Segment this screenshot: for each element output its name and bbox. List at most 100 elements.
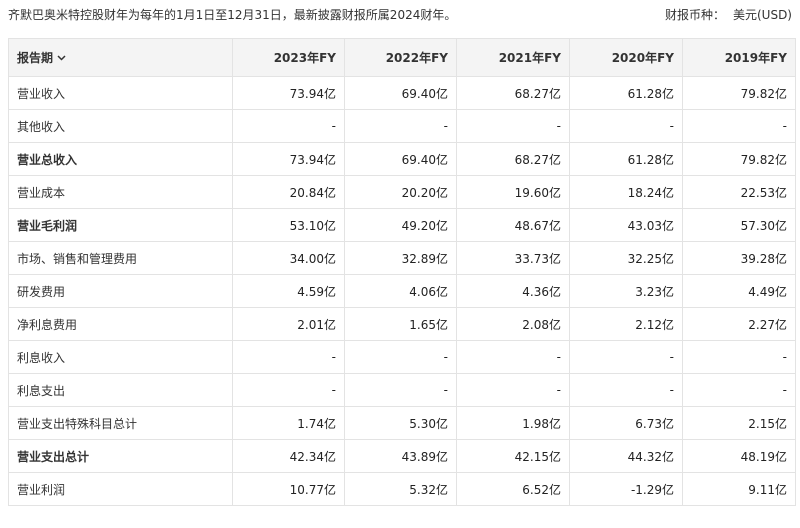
cell-value: 33.73亿 (456, 241, 570, 275)
chevron-down-icon (57, 53, 66, 64)
cell-value: - (682, 109, 796, 143)
cell-value: - (569, 109, 683, 143)
cell-value: - (344, 373, 457, 407)
period-header-label: 报告期 (17, 51, 54, 65)
cell-value: 3.23亿 (569, 274, 683, 308)
column-header: 2023年FY (232, 38, 345, 77)
cell-value: 42.34亿 (232, 439, 345, 473)
row-label: 市场、销售和管理费用 (8, 241, 233, 275)
column-header: 2020年FY (569, 38, 683, 77)
table-header-row: 报告期 2023年FY 2022年FY 2021年FY 2020年FY 2019… (8, 38, 796, 77)
cell-value: 2.12亿 (569, 307, 683, 341)
table-row: 营业收入 73.94亿 69.40亿 68.27亿 61.28亿 79.82亿 (8, 76, 796, 110)
table-row: 净利息费用 2.01亿 1.65亿 2.08亿 2.12亿 2.27亿 (8, 307, 796, 341)
row-label: 其他收入 (8, 109, 233, 143)
cell-value: - (682, 340, 796, 374)
cell-value: 69.40亿 (344, 142, 457, 176)
cell-value: 42.15亿 (456, 439, 570, 473)
cell-value: 6.73亿 (569, 406, 683, 440)
cell-value: 43.03亿 (569, 208, 683, 242)
column-header: 2022年FY (344, 38, 457, 77)
cell-value: - (682, 373, 796, 407)
report-header: 齐默巴奥米特控股财年为每年的1月1日至12月31日，最新披露财报所属2024财年… (0, 0, 800, 30)
cell-value: 1.98亿 (456, 406, 570, 440)
cell-value: - (344, 340, 457, 374)
cell-value: 19.60亿 (456, 175, 570, 209)
table-row: 利息收入 - - - - - (8, 340, 796, 374)
cell-value: 61.28亿 (569, 142, 683, 176)
cell-value: 4.49亿 (682, 274, 796, 308)
cell-value: 49.20亿 (344, 208, 457, 242)
column-header: 2019年FY (682, 38, 796, 77)
cell-value: - (232, 373, 345, 407)
cell-value: - (569, 340, 683, 374)
cell-value: 73.94亿 (232, 76, 345, 110)
cell-value: - (456, 340, 570, 374)
income-statement-table: 报告期 2023年FY 2022年FY 2021年FY 2020年FY 2019… (8, 38, 796, 506)
row-label: 研发费用 (8, 274, 233, 308)
cell-value: 5.32亿 (344, 472, 457, 506)
cell-value: 39.28亿 (682, 241, 796, 275)
currency-value: 美元(USD) (732, 8, 792, 22)
cell-value: 48.67亿 (456, 208, 570, 242)
cell-value: 2.27亿 (682, 307, 796, 341)
table-row: 营业支出特殊科目总计 1.74亿 5.30亿 1.98亿 6.73亿 2.15亿 (8, 406, 796, 440)
currency-label: 财报币种： (664, 8, 725, 22)
row-label: 营业成本 (8, 175, 233, 209)
fiscal-year-note: 齐默巴奥米特控股财年为每年的1月1日至12月31日，最新披露财报所属2024财年… (8, 8, 457, 22)
row-label: 利息收入 (8, 340, 233, 374)
cell-value: 6.52亿 (456, 472, 570, 506)
cell-value: 32.89亿 (344, 241, 457, 275)
cell-value: 69.40亿 (344, 76, 457, 110)
cell-value: 4.06亿 (344, 274, 457, 308)
cell-value: 43.89亿 (344, 439, 457, 473)
row-label: 营业毛利润 (8, 208, 233, 242)
cell-value: 68.27亿 (456, 76, 570, 110)
table-row: 营业毛利润 53.10亿 49.20亿 48.67亿 43.03亿 57.30亿 (8, 208, 796, 242)
table-row: 营业总收入 73.94亿 69.40亿 68.27亿 61.28亿 79.82亿 (8, 142, 796, 176)
cell-value: - (232, 340, 345, 374)
table-row: 利息支出 - - - - - (8, 373, 796, 407)
cell-value: 22.53亿 (682, 175, 796, 209)
row-label: 净利息费用 (8, 307, 233, 341)
table-row: 营业支出总计 42.34亿 43.89亿 42.15亿 44.32亿 48.19亿 (8, 439, 796, 473)
cell-value: 73.94亿 (232, 142, 345, 176)
cell-value: 44.32亿 (569, 439, 683, 473)
cell-value: 53.10亿 (232, 208, 345, 242)
cell-value: - (456, 109, 570, 143)
cell-value: - (456, 373, 570, 407)
table-row: 市场、销售和管理费用 34.00亿 32.89亿 33.73亿 32.25亿 39.28亿 (8, 241, 796, 275)
row-label: 营业总收入 (8, 142, 233, 176)
cell-value: 34.00亿 (232, 241, 345, 275)
table-row: 研发费用 4.59亿 4.06亿 4.36亿 3.23亿 4.49亿 (8, 274, 796, 308)
cell-value: 68.27亿 (456, 142, 570, 176)
cell-value: 5.30亿 (344, 406, 457, 440)
column-header: 2021年FY (456, 38, 570, 77)
cell-value: 10.77亿 (232, 472, 345, 506)
cell-value: 20.20亿 (344, 175, 457, 209)
table-row: 其他收入 - - - - - (8, 109, 796, 143)
cell-value: 2.08亿 (456, 307, 570, 341)
cell-value: 1.65亿 (344, 307, 457, 341)
cell-value: 20.84亿 (232, 175, 345, 209)
currency-info: 财报币种： 美元(USD) (665, 6, 792, 23)
row-label: 营业支出特殊科目总计 (8, 406, 233, 440)
table-row: 营业利润 10.77亿 5.32亿 6.52亿 -1.29亿 9.11亿 (8, 472, 796, 506)
cell-value: 4.59亿 (232, 274, 345, 308)
cell-value: -1.29亿 (569, 472, 683, 506)
cell-value: 61.28亿 (569, 76, 683, 110)
cell-value: - (232, 109, 345, 143)
row-label: 利息支出 (8, 373, 233, 407)
table-row: 营业成本 20.84亿 20.20亿 19.60亿 18.24亿 22.53亿 (8, 175, 796, 209)
cell-value: 79.82亿 (682, 142, 796, 176)
row-label: 营业支出总计 (8, 439, 233, 473)
cell-value: 2.15亿 (682, 406, 796, 440)
cell-value: 2.01亿 (232, 307, 345, 341)
cell-value: 57.30亿 (682, 208, 796, 242)
period-selector[interactable]: 报告期 (8, 38, 233, 77)
cell-value: - (569, 373, 683, 407)
row-label: 营业利润 (8, 472, 233, 506)
cell-value: 1.74亿 (232, 406, 345, 440)
cell-value: 79.82亿 (682, 76, 796, 110)
cell-value: - (344, 109, 457, 143)
